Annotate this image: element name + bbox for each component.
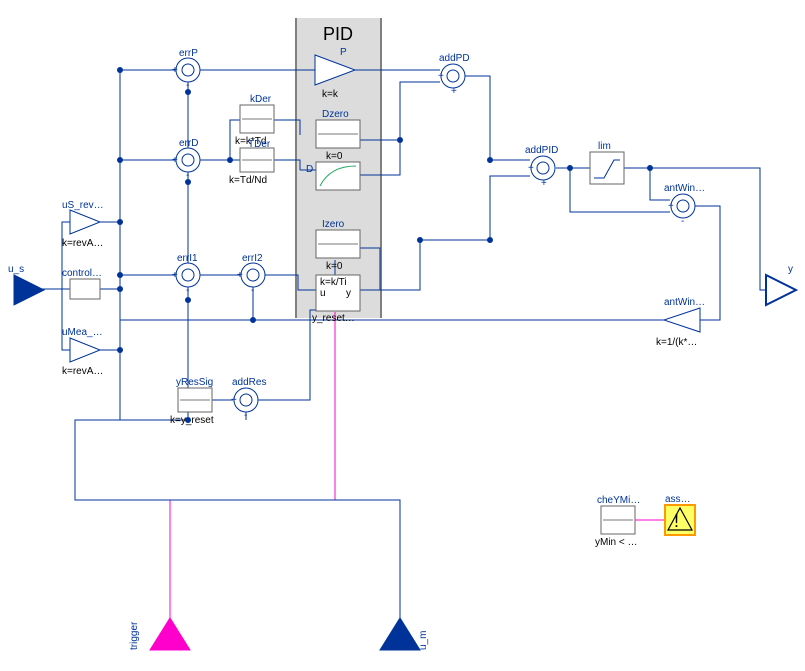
- svg-text:lim: lim: [598, 141, 611, 152]
- svg-text:yResSig: yResSig: [176, 377, 213, 388]
- antwin2-gain: antWin… k=1/(k*…: [656, 297, 705, 348]
- svg-text:D: D: [306, 164, 313, 175]
- svg-text:Dzero: Dzero: [322, 109, 349, 120]
- erri2-adder: errI2 + -: [237, 253, 265, 296]
- svg-text:Izero: Izero: [322, 219, 345, 230]
- svg-text:antWin…: antWin…: [664, 297, 705, 308]
- svg-text:errI2: errI2: [242, 253, 263, 264]
- svg-text:k=k: k=k: [322, 89, 339, 100]
- svg-text:k=1/(k*…: k=1/(k*…: [656, 337, 697, 348]
- controller-diagram: PID: [0, 0, 805, 671]
- svg-text:y: y: [346, 288, 351, 299]
- errp-adder: errP + -: [172, 48, 200, 91]
- yressig-block: yResSig k=y_reset: [170, 377, 214, 426]
- svg-text:errD: errD: [179, 138, 198, 149]
- svg-text:k=k/Ti: k=k/Ti: [320, 277, 347, 288]
- cheymi-block: cheYMi… yMin < …: [595, 495, 640, 548]
- y-port[interactable]: y: [766, 264, 796, 305]
- addpid-adder: addPID + +: [525, 145, 558, 189]
- svg-text:+: +: [438, 71, 444, 82]
- svg-text:y_reset…: y_reset…: [312, 313, 355, 324]
- svg-text:uMea_…: uMea_…: [62, 327, 103, 338]
- erri1-adder: errI1 + -: [172, 253, 200, 296]
- errd-adder: errD + -: [172, 138, 200, 181]
- addres-adder: addRes + -: [231, 377, 266, 421]
- svg-text:+: +: [668, 201, 674, 212]
- antwin1-adder: antWin… + -: [664, 183, 705, 227]
- umea-gain: uMea_… k=revA…: [62, 327, 103, 377]
- svg-text:addPD: addPD: [439, 53, 470, 64]
- lim-block: lim: [590, 141, 624, 184]
- svg-text:-: -: [186, 285, 189, 296]
- assert-block: ! ass…: [665, 494, 695, 535]
- svg-text:+: +: [231, 395, 237, 406]
- svg-text:k=Td/Nd: k=Td/Nd: [229, 175, 267, 186]
- svg-text:+: +: [237, 270, 243, 281]
- svg-text:addPID: addPID: [525, 145, 558, 156]
- svg-text:errP: errP: [179, 48, 198, 59]
- svg-text:errI1: errI1: [177, 253, 198, 264]
- svg-text:y: y: [788, 264, 793, 275]
- svg-text:+: +: [541, 178, 547, 189]
- svg-text:cheYMi…: cheYMi…: [597, 495, 640, 506]
- u-m-port[interactable]: u_m: [380, 618, 429, 650]
- svg-text:-: -: [244, 410, 247, 421]
- svg-text:u: u: [320, 288, 326, 299]
- svg-text:+: +: [528, 163, 534, 174]
- svg-text:k=0: k=0: [326, 261, 343, 272]
- svg-text:-: -: [681, 216, 684, 227]
- svg-text:ass…: ass…: [665, 494, 691, 505]
- svg-text:uS_rev…: uS_rev…: [62, 200, 104, 211]
- pid-title: PID: [323, 24, 353, 44]
- svg-text:k=0: k=0: [326, 151, 343, 162]
- i-block: k=k/Ti u y y_reset…: [312, 275, 360, 324]
- svg-text:P: P: [340, 47, 347, 58]
- svg-text:k=revA…: k=revA…: [62, 366, 103, 377]
- svg-text:control…: control…: [62, 268, 102, 279]
- svg-text:kDer: kDer: [250, 94, 272, 105]
- svg-text:antWin…: antWin…: [664, 183, 705, 194]
- svg-text:+: +: [172, 270, 178, 281]
- svg-text:k=revA…: k=revA…: [62, 238, 103, 249]
- svg-text:-: -: [186, 80, 189, 91]
- svg-text:u_s: u_s: [8, 264, 24, 275]
- svg-text:+: +: [172, 65, 178, 76]
- trigger-port[interactable]: trigger: [129, 618, 190, 650]
- control-block: control…: [62, 268, 102, 299]
- svg-text:-: -: [251, 285, 254, 296]
- svg-text:yMin < …: yMin < …: [595, 537, 638, 548]
- addpd-adder: addPD + +: [438, 53, 470, 97]
- svg-text:trigger: trigger: [129, 621, 140, 650]
- svg-text:k=y_reset: k=y_reset: [170, 415, 214, 426]
- svg-text:addRes: addRes: [232, 377, 266, 388]
- svg-text:TDer: TDer: [248, 139, 271, 150]
- svg-text:+: +: [172, 155, 178, 166]
- svg-text:u_m: u_m: [418, 631, 429, 650]
- us-rev-gain: uS_rev… k=revA…: [62, 200, 104, 249]
- svg-text:+: +: [451, 86, 457, 97]
- u-s-port[interactable]: u_s: [8, 264, 44, 305]
- svg-text:-: -: [186, 170, 189, 181]
